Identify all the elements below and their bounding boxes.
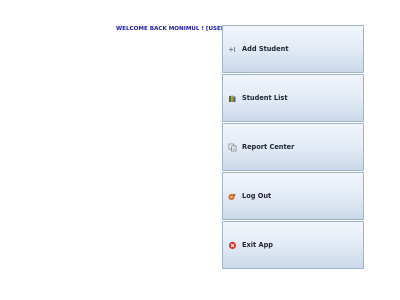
logout-icon xyxy=(228,192,237,201)
log-out-button[interactable]: Log Out xyxy=(222,172,364,220)
add-student-button[interactable]: Add Student xyxy=(222,25,364,73)
student-list-label: Student List xyxy=(242,94,288,102)
log-out-label: Log Out xyxy=(242,192,272,200)
main-menu: Add Student Student List Report Center L… xyxy=(222,25,364,270)
report-center-button[interactable]: Report Center xyxy=(222,123,364,171)
books-icon xyxy=(228,94,237,103)
exit-app-button[interactable]: Exit App xyxy=(222,221,364,269)
exit-icon xyxy=(228,241,237,250)
welcome-message: WELCOME BACK MONIMUL ! [USER] xyxy=(116,26,228,32)
add-student-label: Add Student xyxy=(242,45,289,53)
exit-app-label: Exit App xyxy=(242,241,274,249)
student-list-button[interactable]: Student List xyxy=(222,74,364,122)
main-window: WELCOME BACK MONIMUL ! [USER] Add Studen… xyxy=(0,0,400,300)
report-center-label: Report Center xyxy=(242,143,295,151)
report-icon xyxy=(228,143,237,152)
add-user-icon xyxy=(228,45,237,54)
